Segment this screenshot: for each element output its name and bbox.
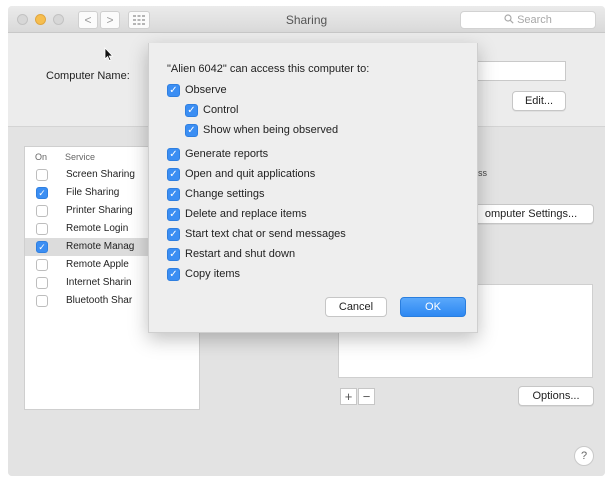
column-header-on: On bbox=[35, 152, 48, 162]
checkbox[interactable]: ✓ bbox=[167, 248, 180, 261]
service-name: Screen Sharing bbox=[66, 169, 135, 180]
service-name: Bluetooth Shar bbox=[66, 295, 133, 306]
question-icon: ? bbox=[580, 450, 588, 462]
service-checkbox[interactable] bbox=[36, 295, 48, 307]
option-label: Observe bbox=[185, 84, 227, 96]
checkbox[interactable]: ✓ bbox=[167, 84, 180, 97]
search-icon bbox=[504, 14, 514, 24]
option-label: Control bbox=[203, 104, 239, 116]
service-name: Remote Manag bbox=[66, 241, 135, 252]
add-user-button[interactable]: + bbox=[340, 388, 357, 405]
option-label: Restart and shut down bbox=[185, 248, 296, 260]
ok-button[interactable]: OK bbox=[400, 297, 466, 317]
search-field[interactable]: Search bbox=[460, 11, 596, 29]
mouse-pointer-icon bbox=[104, 47, 114, 62]
option-label: Delete and replace items bbox=[185, 208, 307, 220]
service-name: Printer Sharing bbox=[66, 205, 133, 216]
option-label: Change settings bbox=[185, 188, 265, 200]
service-name: File Sharing bbox=[66, 187, 120, 198]
remove-user-button[interactable]: − bbox=[358, 388, 375, 405]
option-label: Show when being observed bbox=[203, 124, 339, 136]
service-checkbox[interactable] bbox=[36, 223, 48, 235]
checkbox[interactable]: ✓ bbox=[185, 124, 198, 137]
sheet-title: "Alien 6042" can access this computer to… bbox=[167, 63, 370, 75]
search-placeholder: Search bbox=[517, 14, 552, 26]
service-checkbox[interactable]: ✓ bbox=[36, 241, 48, 253]
checkbox[interactable]: ✓ bbox=[167, 268, 180, 281]
service-checkbox[interactable] bbox=[36, 259, 48, 271]
service-checkbox[interactable]: ✓ bbox=[36, 187, 48, 199]
sharing-window: < > Sharing Search Computer Name: Edit..… bbox=[8, 6, 605, 476]
title-bar: < > Sharing Search bbox=[8, 6, 605, 33]
access-options-sheet: "Alien 6042" can access this computer to… bbox=[148, 43, 478, 333]
computer-settings-button[interactable]: omputer Settings... bbox=[468, 204, 594, 224]
edit-button[interactable]: Edit... bbox=[512, 91, 566, 111]
service-checkbox[interactable] bbox=[36, 277, 48, 289]
checkbox[interactable]: ✓ bbox=[167, 148, 180, 161]
checkbox[interactable]: ✓ bbox=[167, 208, 180, 221]
service-name: Remote Apple bbox=[66, 259, 129, 270]
help-button[interactable]: ? bbox=[574, 446, 594, 466]
option-label: Generate reports bbox=[185, 148, 269, 160]
option-label: Open and quit applications bbox=[185, 168, 316, 180]
checkbox[interactable]: ✓ bbox=[185, 104, 198, 117]
option-label: Start text chat or send messages bbox=[185, 228, 346, 240]
cancel-button[interactable]: Cancel bbox=[325, 297, 387, 317]
computer-name-field[interactable] bbox=[470, 61, 566, 81]
service-name: Internet Sharin bbox=[66, 277, 132, 288]
checkbox[interactable]: ✓ bbox=[167, 168, 180, 181]
options-button[interactable]: Options... bbox=[518, 386, 594, 406]
option-label: Copy items bbox=[185, 268, 241, 280]
service-name: Remote Login bbox=[66, 223, 129, 234]
checkbox[interactable]: ✓ bbox=[167, 188, 180, 201]
computer-name-label: Computer Name: bbox=[46, 70, 130, 82]
service-checkbox[interactable] bbox=[36, 169, 48, 181]
column-header-service: Service bbox=[65, 152, 96, 162]
checkbox[interactable]: ✓ bbox=[167, 228, 180, 241]
service-checkbox[interactable] bbox=[36, 205, 48, 217]
